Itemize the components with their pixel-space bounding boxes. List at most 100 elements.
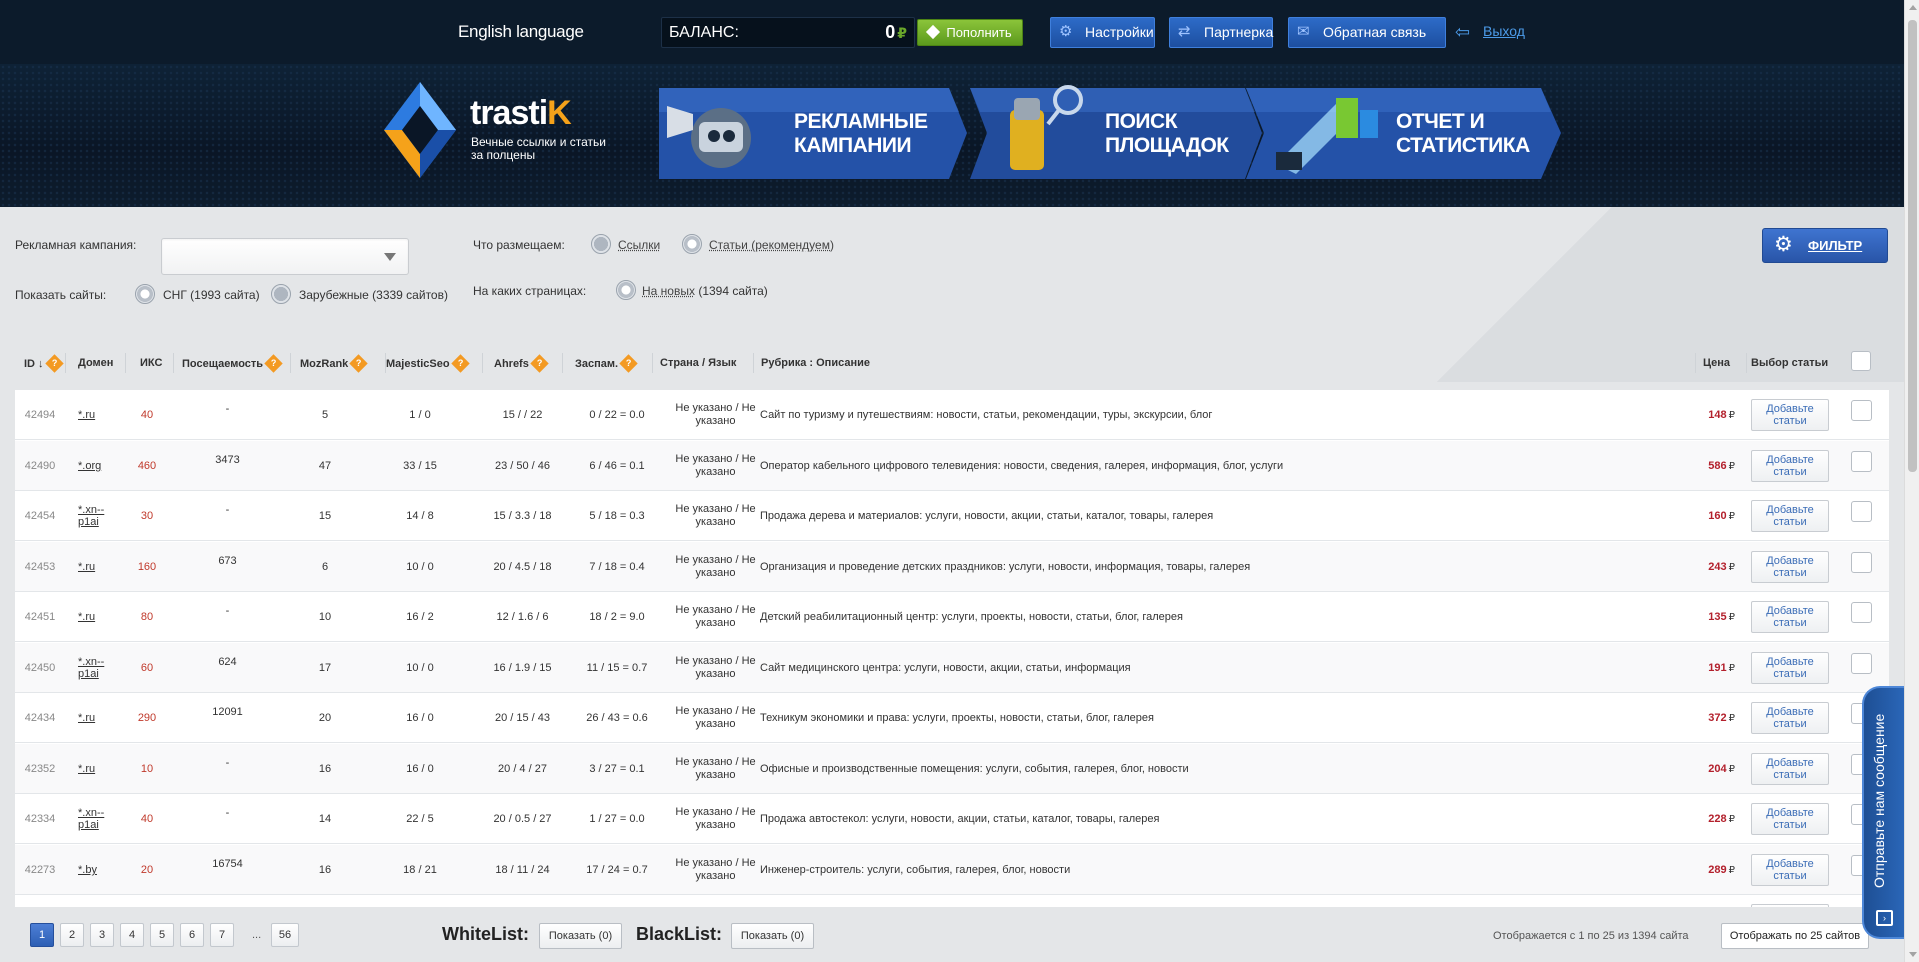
site-visits: 624 (218, 656, 237, 668)
add-articles-button[interactable]: Добавьте статьи (1751, 854, 1829, 886)
site-ahrefs: 20 / 0.5 / 27 (493, 813, 552, 825)
settings-button[interactable]: ⚙ Настройки (1050, 17, 1155, 48)
whitelist-show-button[interactable]: Показать (0) (539, 923, 622, 949)
scrollbar-thumb[interactable] (1908, 20, 1917, 472)
per-page-button[interactable]: Отображать по 25 сайтов (1721, 923, 1869, 949)
radio-articles[interactable] (682, 234, 702, 254)
radio-links[interactable] (591, 234, 611, 254)
radio-cis-label[interactable]: СНГ (1993 сайта) (163, 288, 260, 302)
site-rubric: Детский реабилитационный центр: услуги, … (760, 611, 1183, 623)
site-visits: 673 (218, 555, 237, 567)
site-majestic: 16 / 0 (406, 763, 434, 775)
add-articles-button[interactable]: Добавьте статьи (1751, 551, 1829, 583)
site-iks: 10 (140, 763, 154, 775)
radio-foreign-label[interactable]: Зарубежные (3339 сайтов) (299, 288, 448, 302)
promo-report[interactable]: ОТЧЕТ И СТАТИСТИКА (1236, 84, 1561, 183)
site-id: 42450 (24, 662, 56, 674)
col-mozrank[interactable]: MozRank? (300, 354, 368, 373)
site-price: 135 ₽ (1708, 611, 1735, 623)
scroll-down-icon[interactable] (1909, 952, 1917, 957)
help-icon[interactable]: ? (349, 354, 368, 373)
site-domain-link[interactable]: *.ru (78, 592, 118, 642)
page-button[interactable]: 1 (30, 923, 54, 947)
help-icon[interactable]: ? (450, 354, 470, 373)
scroll-up-icon[interactable] (1909, 5, 1917, 10)
row-checkbox[interactable] (1851, 451, 1872, 472)
language-switch[interactable]: English language (458, 22, 584, 42)
site-ahrefs: 20 / 15 / 43 (494, 712, 551, 724)
site-domain-link[interactable]: *.xn--p1ai (78, 643, 118, 693)
radio-new-pages-label[interactable]: На новых (1394 сайта) (642, 284, 768, 298)
site-country: Не указано / Не указано (675, 655, 756, 680)
site-country: Не указано / Не указано (675, 453, 756, 478)
site-domain-link[interactable]: *.org (78, 441, 118, 491)
site-domain-link[interactable]: *.xn--p1ai (78, 794, 118, 844)
select-all-checkbox[interactable] (1851, 351, 1871, 371)
site-spam: 3 / 27 = 0.1 (589, 763, 645, 775)
campaign-select[interactable] (161, 238, 409, 275)
site-majestic: 33 / 15 (403, 460, 437, 472)
send-message-widget[interactable]: Отправьте нам сообщение › (1862, 686, 1904, 939)
help-icon[interactable]: ? (530, 354, 549, 373)
feedback-button[interactable]: ✉ Обратная связь (1288, 17, 1446, 48)
page-button[interactable]: 2 (60, 923, 84, 947)
last-page-button[interactable]: 56 (271, 923, 299, 947)
site-domain-link[interactable]: *.ru (78, 390, 118, 440)
col-majestic[interactable]: MajesticSeo? (386, 354, 470, 373)
help-icon[interactable]: ? (264, 354, 283, 373)
add-articles-button[interactable]: Добавьте статьи (1751, 601, 1829, 633)
tagline: Вечные ссылки и статьи за полцены (471, 135, 606, 162)
topup-button[interactable]: Пополнить (917, 19, 1023, 46)
add-articles-button[interactable]: Добавьте статьи (1751, 399, 1829, 431)
row-checkbox[interactable] (1851, 602, 1872, 623)
scrollbar[interactable] (1904, 0, 1919, 962)
radio-cis[interactable] (135, 284, 155, 304)
page-button[interactable]: 7 (210, 923, 234, 947)
balance-box: БАЛАНС: 0 ₽ (661, 17, 915, 48)
site-country: Не указано / Не указано (675, 756, 756, 781)
add-articles-button[interactable]: Добавьте статьи (1751, 803, 1829, 835)
pagination-ellipsis: ... (252, 929, 262, 941)
site-domain-link[interactable]: *.ru (78, 542, 118, 592)
row-checkbox[interactable] (1851, 653, 1872, 674)
page-button[interactable]: 4 (120, 923, 144, 947)
page-button[interactable]: 6 (180, 923, 204, 947)
site-domain-link[interactable]: *.xn--p1ai (78, 491, 118, 541)
partner-button[interactable]: ⇄ Партнерка (1169, 17, 1273, 48)
page-button[interactable]: 5 (150, 923, 174, 947)
add-articles-button[interactable]: Добавьте статьи (1751, 500, 1829, 532)
table-row: 42434 *.ru 290 12091 20 16 / 0 20 / 15 / 43 26 … (15, 693, 1889, 743)
help-icon[interactable]: ? (619, 354, 638, 373)
row-checkbox[interactable] (1851, 400, 1872, 421)
help-icon[interactable]: ? (44, 354, 64, 373)
promo-campaigns[interactable]: РЕКЛАМНЫЕ КАМПАНИИ (659, 84, 967, 183)
site-domain-link[interactable]: *.ru (78, 744, 118, 794)
site-domain-link[interactable]: *.by (78, 845, 118, 895)
site-domain-link[interactable]: *.ru (78, 693, 118, 743)
col-id[interactable]: ID ↓? (24, 354, 64, 373)
site-ahrefs: 23 / 50 / 46 (494, 460, 551, 472)
radio-articles-label[interactable]: Статьи (рекомендуем) (709, 238, 834, 252)
add-articles-button[interactable]: Добавьте статьи (1751, 450, 1829, 482)
site-price: 243 ₽ (1708, 561, 1735, 573)
add-articles-button[interactable]: Добавьте статьи (1751, 702, 1829, 734)
promo-search[interactable]: ПОИСК ПЛОЩАДОК (960, 84, 1262, 183)
add-articles-button[interactable]: Добавьте статьи (1751, 753, 1829, 785)
col-ahrefs[interactable]: Ahrefs? (494, 354, 549, 373)
filter-button[interactable]: ⚙ ФИЛЬТР (1762, 228, 1888, 263)
col-visits[interactable]: Посещаемость? (182, 354, 283, 373)
site-rubric: Продажа автостекол: услуги, новости, акц… (760, 813, 1160, 825)
col-spam[interactable]: Заспам.? (575, 354, 638, 373)
radio-links-label[interactable]: Ссылки (618, 238, 660, 252)
radio-foreign[interactable] (271, 284, 291, 304)
table-row: 42453 *.ru 160 673 6 10 / 0 20 / 4.5 / 18 7 / 1… (15, 542, 1889, 592)
blacklist-show-button[interactable]: Показать (0) (731, 923, 814, 949)
row-checkbox[interactable] (1851, 501, 1872, 522)
add-articles-button[interactable]: Добавьте статьи (1751, 652, 1829, 684)
page-button[interactable]: 3 (90, 923, 114, 947)
radio-new-pages[interactable] (616, 280, 636, 300)
site-id: 42334 (24, 813, 56, 825)
logout-link[interactable]: ⇦ Выход (1455, 22, 1525, 42)
chevron-down-icon (384, 253, 396, 261)
row-checkbox[interactable] (1851, 552, 1872, 573)
